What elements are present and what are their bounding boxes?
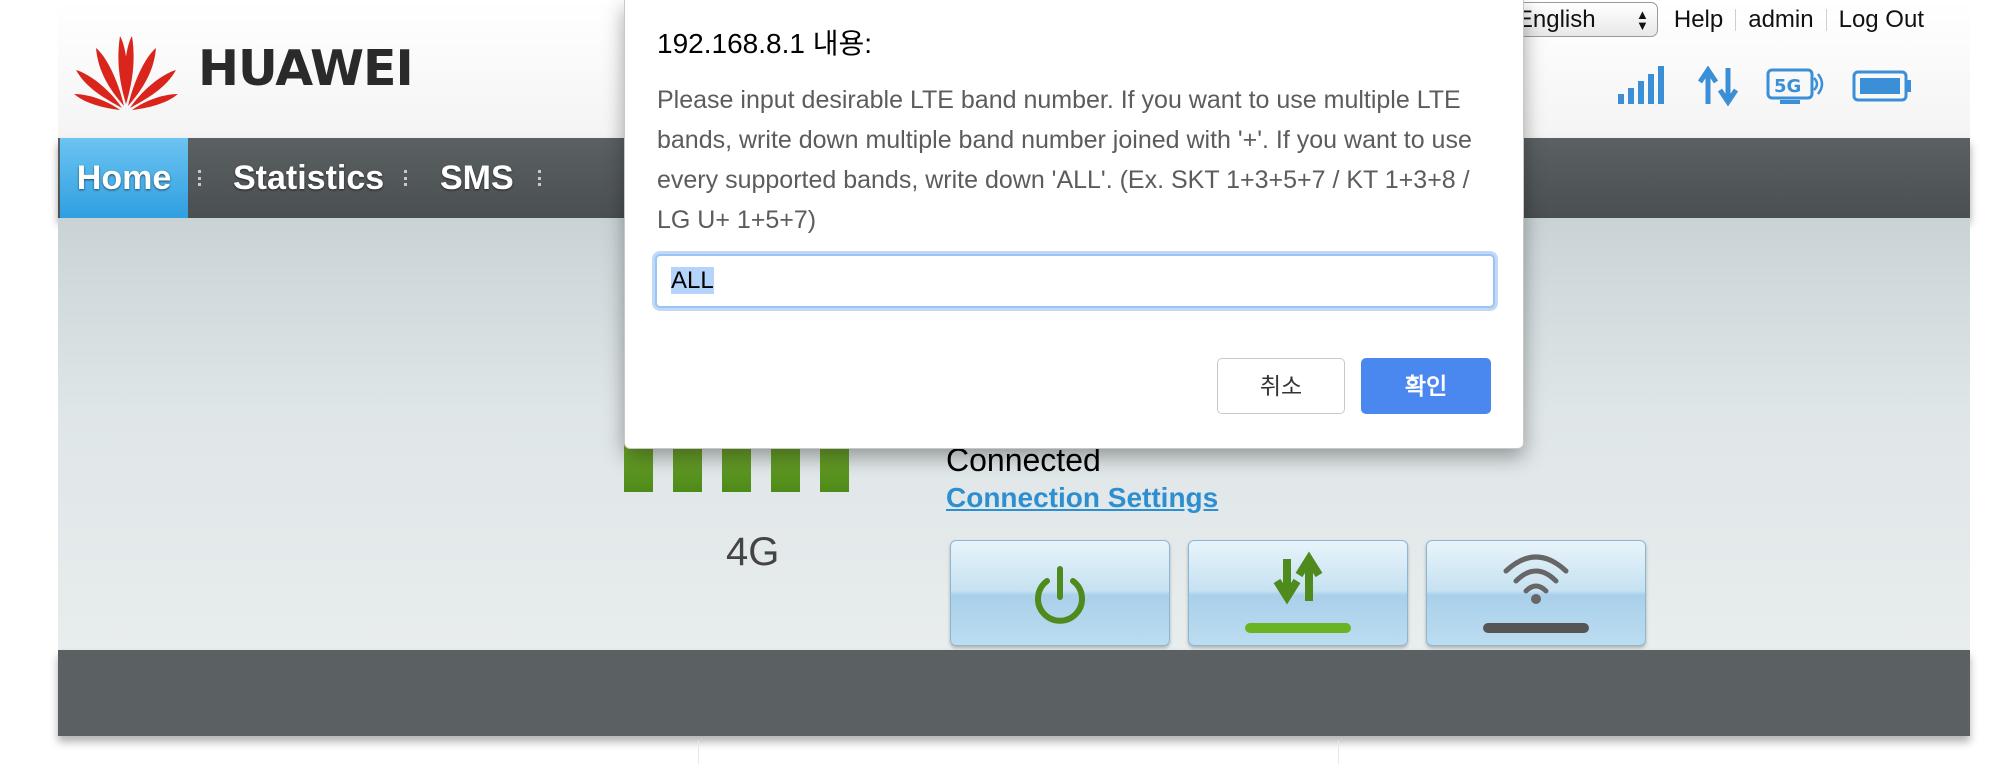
- tab-sms[interactable]: SMS: [440, 138, 514, 218]
- nav-separator: [538, 170, 544, 186]
- power-button[interactable]: [950, 540, 1170, 646]
- router-web-page: HUAWEI English ▲ ▼ Help admin Log Out 5G…: [58, 0, 1970, 764]
- prompt-dialog: 192.168.8.1 내용: Please input desirable L…: [624, 0, 1524, 449]
- signal-strength-icon: [1618, 66, 1664, 104]
- band-input-field[interactable]: ALL: [655, 254, 1495, 308]
- help-link[interactable]: Help: [1674, 6, 1723, 34]
- signal-bar: [771, 444, 800, 492]
- huawei-logo: HUAWEI: [70, 24, 414, 110]
- wifi-icon: [1483, 554, 1589, 633]
- signal-bar: [673, 444, 702, 492]
- signal-bar: [624, 444, 653, 492]
- data-toggle-icon: [1245, 551, 1351, 633]
- network-type: 4G: [726, 530, 780, 574]
- divider: [1825, 8, 1827, 31]
- nav-separator: [404, 170, 410, 186]
- 5g-icon: 5G: [1766, 68, 1824, 104]
- wifi-button[interactable]: [1426, 540, 1646, 646]
- input-value: ALL: [671, 267, 714, 294]
- cancel-button[interactable]: 취소: [1217, 358, 1345, 414]
- language-select[interactable]: English ▲ ▼: [1503, 2, 1658, 37]
- ok-button[interactable]: 확인: [1361, 358, 1491, 414]
- tab-home[interactable]: Home: [60, 138, 188, 218]
- language-value: English: [1516, 5, 1596, 33]
- user-name: admin: [1748, 5, 1814, 33]
- divider: [1338, 740, 1339, 764]
- divider: [1735, 8, 1737, 31]
- dialog-message: Please input desirable LTE band number. …: [657, 86, 1472, 234]
- select-arrows-icon: ▲ ▼: [1635, 6, 1649, 33]
- logout-link[interactable]: Log Out: [1839, 6, 1924, 34]
- power-icon: [1035, 566, 1085, 624]
- nav-separator: [198, 170, 204, 186]
- signal-bar: [722, 444, 751, 492]
- data-transfer-icon: [1698, 66, 1738, 106]
- dialog-title: 192.168.8.1 내용:: [657, 28, 872, 59]
- status-icons: 5G: [1618, 66, 1912, 106]
- brand-name: HUAWEI: [198, 39, 414, 97]
- divider: [698, 740, 699, 764]
- footer-band: [58, 650, 1970, 736]
- data-toggle-button[interactable]: [1188, 540, 1408, 646]
- signal-bar: [820, 444, 849, 492]
- tab-statistics[interactable]: Statistics: [233, 138, 384, 218]
- svg-text:5G: 5G: [1774, 76, 1801, 97]
- huawei-flower-icon: [74, 36, 178, 110]
- battery-icon: [1852, 70, 1911, 102]
- connection-settings-link[interactable]: Connection Settings: [946, 482, 1218, 514]
- signal-strength-bars: [624, 444, 849, 492]
- top-links: English ▲ ▼ Help admin Log Out: [1503, 2, 1924, 37]
